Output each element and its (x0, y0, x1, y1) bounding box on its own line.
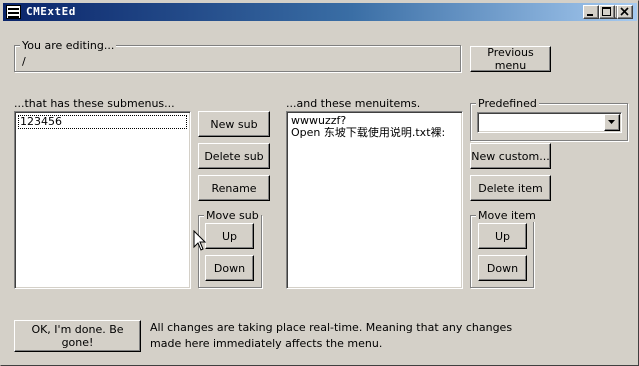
previous-menu-button[interactable]: Previous menu (470, 46, 551, 72)
menuitems-label: ...and these menuitems. (286, 97, 421, 110)
title-bar[interactable]: CMExtEd (3, 3, 637, 21)
menuitems-list[interactable]: wwwuzzf? Open 东坡下载使用说明.txt裸: (286, 111, 463, 289)
maximize-icon (602, 7, 611, 16)
mouse-cursor-icon (193, 230, 207, 251)
move-item-up-button[interactable]: Up (478, 223, 527, 249)
submenu-list-item[interactable]: 123456 (18, 115, 187, 129)
done-button[interactable]: OK, I'm done. Be gone! (14, 320, 141, 352)
new-sub-button[interactable]: New sub (198, 111, 270, 137)
menuitem-list-item[interactable]: Open 东坡下载使用说明.txt裸: (291, 127, 459, 139)
move-item-down-button[interactable]: Down (478, 255, 527, 281)
app-icon (6, 5, 21, 19)
new-custom-button[interactable]: New custom... (470, 143, 551, 169)
predefined-dropdown-button[interactable] (604, 114, 620, 131)
main-window: CMExtEd You are editing... / Previous me… (0, 0, 639, 366)
submenus-label: ...that has these submenus... (14, 97, 175, 110)
menuitem-list-item[interactable]: wwwuzzf? (291, 115, 459, 127)
maximize-button[interactable] (599, 5, 615, 19)
editing-path-value: / (22, 55, 26, 68)
realtime-note-line2: made here immediately affects the menu. (150, 337, 383, 350)
window-title: CMExtEd (26, 5, 76, 18)
minimize-icon (587, 14, 593, 16)
editing-label: You are editing... (20, 39, 117, 52)
delete-sub-button[interactable]: Delete sub (198, 143, 270, 169)
submenus-list[interactable]: 123456 (14, 111, 191, 289)
move-sub-up-button[interactable]: Up (205, 223, 254, 249)
dropdown-arrow-icon (608, 120, 615, 124)
realtime-note-line1: All changes are taking place real-time. … (150, 321, 513, 334)
move-item-label: Move item (476, 209, 538, 222)
minimize-button-2[interactable] (583, 5, 599, 19)
close-button[interactable] (617, 5, 633, 19)
predefined-dropdown[interactable] (477, 112, 622, 133)
delete-item-button[interactable]: Delete item (470, 175, 551, 201)
move-sub-down-button[interactable]: Down (205, 255, 254, 281)
predefined-label: Predefined (476, 97, 539, 110)
close-icon (620, 7, 629, 16)
rename-button[interactable]: Rename (198, 175, 270, 201)
move-sub-label: Move sub (204, 209, 261, 222)
